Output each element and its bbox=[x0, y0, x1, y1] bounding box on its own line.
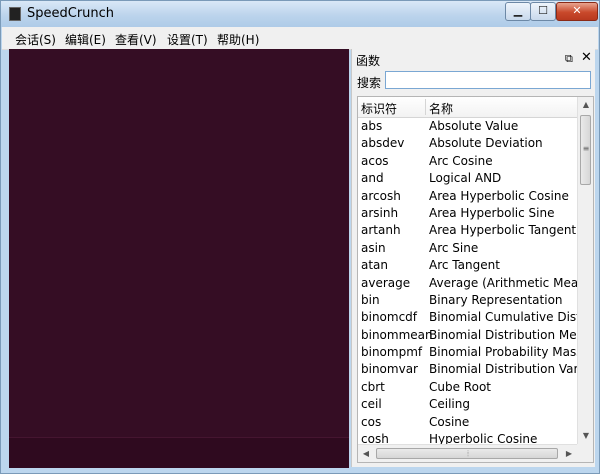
function-row[interactable]: average Average (Arithmetic Mean) bbox=[358, 275, 577, 292]
function-name: Arc Cosine bbox=[429, 153, 493, 168]
menu-bar: 会话(S) 编辑(E) 查看(V) 设置(T) 帮助(H) bbox=[2, 27, 598, 50]
menu-help[interactable]: 帮助(H) bbox=[217, 31, 259, 48]
minimize-button[interactable]: ▁ bbox=[505, 2, 531, 21]
result-display[interactable] bbox=[9, 49, 349, 437]
function-identifier: atan bbox=[361, 258, 389, 273]
function-name: Binary Representation bbox=[429, 292, 563, 307]
function-name: Area Hyperbolic Cosine bbox=[429, 188, 569, 203]
function-name: Area Hyperbolic Sine bbox=[429, 205, 555, 220]
function-rows: abs Absolute Value absdev Absolute Deviatio… bbox=[358, 118, 577, 444]
function-row[interactable]: cbrt Cube Root bbox=[358, 379, 577, 396]
function-identifier: ceil bbox=[361, 397, 382, 412]
horizontal-scrollbar[interactable]: ◀ ⦙ ▶ bbox=[358, 444, 577, 462]
function-name: Arc Tangent bbox=[429, 258, 500, 273]
hgrip-icon: ⦙ bbox=[467, 449, 469, 458]
function-identifier: average bbox=[361, 275, 411, 290]
column-header-identifier[interactable]: 标识符 bbox=[361, 100, 397, 117]
scroll-up-icon[interactable]: ▲ bbox=[578, 97, 593, 113]
list-header: 标识符 名称 bbox=[358, 97, 577, 118]
scroll-corner bbox=[577, 444, 593, 462]
vertical-scrollbar[interactable]: ▲ ≡ ▼ bbox=[577, 97, 593, 444]
function-identifier: cbrt bbox=[361, 379, 385, 394]
function-row[interactable]: acos Arc Cosine bbox=[358, 153, 577, 170]
function-row[interactable]: cosh Hyperbolic Cosine bbox=[358, 431, 577, 444]
function-name: Binomial Distribution Mean bbox=[429, 327, 577, 342]
function-row[interactable]: binommean Binomial Distribution Mean bbox=[358, 327, 577, 344]
search-input[interactable] bbox=[385, 71, 591, 89]
menu-settings[interactable]: 设置(T) bbox=[167, 31, 208, 48]
function-name: Hyperbolic Cosine bbox=[429, 432, 538, 444]
function-row[interactable]: bin Binary Representation bbox=[358, 292, 577, 309]
column-divider[interactable] bbox=[425, 99, 426, 115]
window-title: SpeedCrunch bbox=[27, 6, 115, 21]
function-name: Area Hyperbolic Tangent bbox=[429, 223, 577, 238]
functions-panel: 函数 ⧉ ✕ 搜索 标识符 名称 abs Absolute Value absdev… bbox=[351, 49, 595, 467]
search-label: 搜索 bbox=[357, 76, 382, 90]
close-panel-icon[interactable]: ✕ bbox=[581, 50, 592, 65]
function-name: Logical AND bbox=[429, 171, 502, 186]
function-identifier: artanh bbox=[361, 223, 401, 238]
app-icon bbox=[9, 7, 21, 21]
function-row[interactable]: binomcdf Binomial Cumulative Distrib bbox=[358, 309, 577, 326]
function-name: Cosine bbox=[429, 414, 470, 429]
function-name: Absolute Value bbox=[429, 119, 519, 133]
function-row[interactable]: cos Cosine bbox=[358, 414, 577, 431]
menu-edit[interactable]: 编辑(E) bbox=[65, 31, 106, 48]
function-identifier: binomcdf bbox=[361, 310, 418, 325]
function-identifier: arcosh bbox=[361, 188, 401, 203]
function-row[interactable]: arsinh Area Hyperbolic Sine bbox=[358, 205, 577, 222]
title-bar[interactable]: SpeedCrunch ▁ ☐ ✕ bbox=[1, 1, 599, 27]
function-identifier: and bbox=[361, 171, 384, 186]
function-row[interactable]: ceil Ceiling bbox=[358, 396, 577, 413]
function-name: Absolute Deviation bbox=[429, 136, 543, 151]
function-name: Cube Root bbox=[429, 379, 491, 394]
function-identifier: abs bbox=[361, 119, 383, 133]
expression-input[interactable] bbox=[9, 437, 349, 468]
panel-title: 函数 bbox=[356, 54, 381, 68]
function-row[interactable]: and Logical AND bbox=[358, 170, 577, 187]
function-identifier: bin bbox=[361, 292, 380, 307]
scroll-down-icon[interactable]: ▼ bbox=[578, 428, 593, 444]
float-panel-icon[interactable]: ⧉ bbox=[565, 52, 573, 66]
scroll-left-icon[interactable]: ◀ bbox=[358, 445, 374, 462]
function-row[interactable]: absdev Absolute Deviation bbox=[358, 135, 577, 152]
function-identifier: cosh bbox=[361, 432, 389, 444]
function-row[interactable]: atan Arc Tangent bbox=[358, 257, 577, 274]
function-row[interactable]: asin Arc Sine bbox=[358, 240, 577, 257]
function-identifier: binommean bbox=[361, 327, 433, 342]
function-row[interactable]: binompmf Binomial Probability Mass F bbox=[358, 344, 577, 361]
function-row[interactable]: arcosh Area Hyperbolic Cosine bbox=[358, 188, 577, 205]
function-row[interactable]: binomvar Binomial Distribution Varian bbox=[358, 361, 577, 378]
menu-session[interactable]: 会话(S) bbox=[15, 31, 56, 48]
function-identifier: binomvar bbox=[361, 362, 418, 377]
menu-view[interactable]: 查看(V) bbox=[115, 31, 157, 48]
function-identifier: arsinh bbox=[361, 205, 399, 220]
grip-icon: ≡ bbox=[582, 144, 590, 153]
function-row[interactable]: abs Absolute Value bbox=[358, 118, 577, 135]
functions-list: 标识符 名称 abs Absolute Value absdev Absolute D… bbox=[357, 96, 594, 463]
function-name: Ceiling bbox=[429, 397, 470, 412]
function-name: Binomial Distribution Varian bbox=[429, 362, 577, 377]
function-row[interactable]: artanh Area Hyperbolic Tangent bbox=[358, 222, 577, 239]
scroll-right-icon[interactable]: ▶ bbox=[561, 445, 577, 462]
maximize-button[interactable]: ☐ bbox=[530, 2, 556, 21]
function-name: Binomial Cumulative Distrib bbox=[429, 310, 577, 325]
function-name: Binomial Probability Mass F bbox=[429, 345, 577, 360]
function-name: Average (Arithmetic Mean) bbox=[429, 275, 577, 290]
close-button[interactable]: ✕ bbox=[556, 2, 598, 21]
function-identifier: binompmf bbox=[361, 345, 423, 360]
function-identifier: acos bbox=[361, 153, 389, 168]
function-identifier: asin bbox=[361, 240, 386, 255]
function-identifier: cos bbox=[361, 414, 382, 429]
app-window: SpeedCrunch ▁ ☐ ✕ 会话(S) 编辑(E) 查看(V) 设置(T… bbox=[0, 0, 600, 474]
function-name: Arc Sine bbox=[429, 240, 479, 255]
function-identifier: absdev bbox=[361, 136, 405, 151]
column-header-name[interactable]: 名称 bbox=[429, 100, 453, 117]
